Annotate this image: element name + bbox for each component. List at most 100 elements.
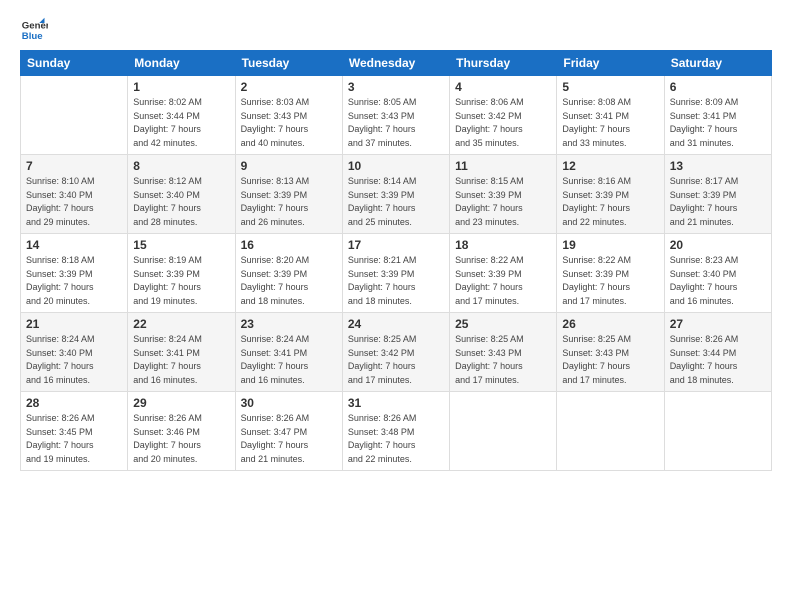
day-cell-12: 12 Sunrise: 8:16 AMSunset: 3:39 PMDayligh… [557, 155, 664, 234]
empty-cell [450, 392, 557, 471]
day-info-line-1: Sunset: 3:39 PM [241, 190, 308, 200]
day-cell-16: 16Sunrise: 8:20 AMSunset: 3:39 PMDayligh… [235, 234, 342, 313]
day-info-line-1: Sunset: 3:41 PM [133, 348, 200, 358]
week-row-2: 7Sunrise: 8:10 AMSunset: 3:40 PMDaylight… [21, 155, 772, 234]
day-info-20: Sunrise: 8:23 AM Sunset: 3:40 PM Daylight:… [670, 254, 766, 308]
day-cell-11: 11Sunrise: 8:15 AMSunset: 3:39 PMDayligh… [450, 155, 557, 234]
day-info-line-0: Sunrise: 8:26 AM [26, 413, 95, 423]
day-cell-8: 8Sunrise: 8:12 AMSunset: 3:40 PMDaylight… [128, 155, 235, 234]
day-info-30: Sunrise: 8:26 AMSunset: 3:47 PMDaylight:… [241, 412, 337, 466]
weekday-saturday: Saturday [664, 51, 771, 76]
day-info-line-0: Sunrise: 8:08 AM [562, 97, 631, 107]
day-info-line-3: and 23 minutes. [455, 217, 519, 227]
day-info-line-3: and 31 minutes. [670, 138, 734, 148]
day-cell-17: 17Sunrise: 8:21 AMSunset: 3:39 PMDayligh… [342, 234, 449, 313]
week-row-4: 21Sunrise: 8:24 AMSunset: 3:40 PMDayligh… [21, 313, 772, 392]
day-info-13: Sunrise: 8:17 AMSunset: 3:39 PMDaylight:… [670, 175, 766, 229]
day-info-8: Sunrise: 8:12 AMSunset: 3:40 PMDaylight:… [133, 175, 229, 229]
day-info-line-1: Sunset: 3:42 PM [455, 111, 522, 121]
day-number-21: 21 [26, 317, 122, 331]
day-number-6: 6 [670, 80, 766, 94]
day-cell-27: 27Sunrise: 8:26 AMSunset: 3:44 PMDayligh… [664, 313, 771, 392]
day-info-line-3: and 19 minutes. [133, 296, 197, 306]
day-cell-28: 28Sunrise: 8:26 AMSunset: 3:45 PMDayligh… [21, 392, 128, 471]
day-info-line-1: Sunset: 3:43 PM [455, 348, 522, 358]
day-number-12: 12 [562, 159, 658, 173]
day-info-line-2: Daylight: 7 hours [562, 282, 630, 292]
day-info-line-1: Sunset: 3:40 PM [133, 190, 200, 200]
week-row-5: 28Sunrise: 8:26 AMSunset: 3:45 PMDayligh… [21, 392, 772, 471]
day-info-line-2: Daylight: 7 hours [26, 440, 94, 450]
logo-icon: General Blue [20, 16, 48, 44]
day-info-line-1: Sunset: 3:48 PM [348, 427, 415, 437]
day-number-1: 1 [133, 80, 229, 94]
day-info-line-3: and 29 minutes. [26, 217, 90, 227]
day-info-line-1: Sunset: 3:43 PM [562, 348, 629, 358]
day-info-line-2: Daylight: 7 hours [26, 361, 94, 371]
day-info-line-0: Sunrise: 8:26 AM [670, 334, 739, 344]
day-info-line-2: Daylight: 7 hours [455, 282, 523, 292]
weekday-thursday: Thursday [450, 51, 557, 76]
day-info-16: Sunrise: 8:20 AMSunset: 3:39 PMDaylight:… [241, 254, 337, 308]
day-info-line-1: Sunset: 3:44 PM [670, 348, 737, 358]
day-info-line-3: and 42 minutes. [133, 138, 197, 148]
day-info-line-3: and 16 minutes. [133, 375, 197, 385]
day-info-line-2: Daylight: 7 hours [133, 124, 201, 134]
day-info-3: Sunrise: 8:05 AMSunset: 3:43 PMDaylight:… [348, 96, 444, 150]
day-info-line-1: Sunset: 3:44 PM [133, 111, 200, 121]
day-info-line-1: Sunset: 3:41 PM [241, 348, 308, 358]
day-info-line-3: and 40 minutes. [241, 138, 305, 148]
day-cell-14: 14Sunrise: 8:18 AMSunset: 3:39 PMDayligh… [21, 234, 128, 313]
day-info-line-1: Sunset: 3:39 PM [670, 190, 737, 200]
day-info-11: Sunrise: 8:15 AMSunset: 3:39 PMDaylight:… [455, 175, 551, 229]
day-cell-25: 25Sunrise: 8:25 AMSunset: 3:43 PMDayligh… [450, 313, 557, 392]
day-cell-18: 18Sunrise: 8:22 AMSunset: 3:39 PMDayligh… [450, 234, 557, 313]
day-info-line-2: Daylight: 7 hours [670, 361, 738, 371]
day-info-15: Sunrise: 8:19 AMSunset: 3:39 PMDaylight:… [133, 254, 229, 308]
day-cell-15: 15Sunrise: 8:19 AMSunset: 3:39 PMDayligh… [128, 234, 235, 313]
empty-cell [664, 392, 771, 471]
day-info-line-0: Sunrise: 8:26 AM [348, 413, 417, 423]
day-info-26: Sunrise: 8:25 AMSunset: 3:43 PMDaylight:… [562, 333, 658, 387]
day-info-line-3: and 22 minutes. [562, 217, 626, 227]
day-info-line-0: Sunrise: 8:05 AM [348, 97, 417, 107]
day-info-line-0: Sunrise: 8:17 AM [670, 176, 739, 186]
day-info-line-3: and 33 minutes. [562, 138, 626, 148]
day-info-22: Sunrise: 8:24 AMSunset: 3:41 PMDaylight:… [133, 333, 229, 387]
day-number-24: 24 [348, 317, 444, 331]
day-info-line-2: Daylight: 7 hours [670, 282, 738, 292]
weekday-sunday: Sunday [21, 51, 128, 76]
day-info-line-1: Sunset: 3:39 PM [455, 269, 522, 279]
day-info-12: Sunrise: 8:16 AMSunset: 3:39 PMDaylight:… [562, 175, 658, 229]
day-cell-13: 13Sunrise: 8:17 AMSunset: 3:39 PMDayligh… [664, 155, 771, 234]
day-info-line-3: and 37 minutes. [348, 138, 412, 148]
day-info-line-3: and 16 minutes. [241, 375, 305, 385]
day-info-line-2: Daylight: 7 hours [133, 440, 201, 450]
day-cell-7: 7Sunrise: 8:10 AMSunset: 3:40 PMDaylight… [21, 155, 128, 234]
day-info-line-3: and 21 minutes. [241, 454, 305, 464]
day-number-7: 7 [26, 159, 122, 173]
day-info-line-0: Sunrise: 8:22 AM [562, 255, 631, 265]
day-info-6: Sunrise: 8:09 AMSunset: 3:41 PMDaylight:… [670, 96, 766, 150]
day-number-10: 10 [348, 159, 444, 173]
day-info-line-0: Sunrise: 8:21 AM [348, 255, 417, 265]
day-cell-10: 10Sunrise: 8:14 AMSunset: 3:39 PMDayligh… [342, 155, 449, 234]
day-info-line-2: Daylight: 7 hours [562, 361, 630, 371]
day-info-line-1: Sunset: 3:41 PM [670, 111, 737, 121]
day-info-31: Sunrise: 8:26 AMSunset: 3:48 PMDaylight:… [348, 412, 444, 466]
day-info-line-3: and 35 minutes. [455, 138, 519, 148]
day-number-31: 31 [348, 396, 444, 410]
weekday-monday: Monday [128, 51, 235, 76]
day-info-line-2: Daylight: 7 hours [455, 124, 523, 134]
day-info-line-1: Sunset: 3:40 PM [670, 269, 737, 279]
day-info-line-3: and 16 minutes. [26, 375, 90, 385]
day-info-line-1: Sunset: 3:39 PM [241, 269, 308, 279]
day-cell-3: 3Sunrise: 8:05 AMSunset: 3:43 PMDaylight… [342, 76, 449, 155]
day-info-line-0: Sunrise: 8:23 AM [670, 255, 739, 265]
day-info-line-1: Sunset: 3:43 PM [241, 111, 308, 121]
day-info-line-3: and 18 minutes. [241, 296, 305, 306]
day-cell-1: 1Sunrise: 8:02 AMSunset: 3:44 PMDaylight… [128, 76, 235, 155]
day-info-line-3: and 16 minutes. [670, 296, 734, 306]
day-info-line-2: Daylight: 7 hours [455, 203, 523, 213]
day-info-line-3: and 17 minutes. [455, 296, 519, 306]
